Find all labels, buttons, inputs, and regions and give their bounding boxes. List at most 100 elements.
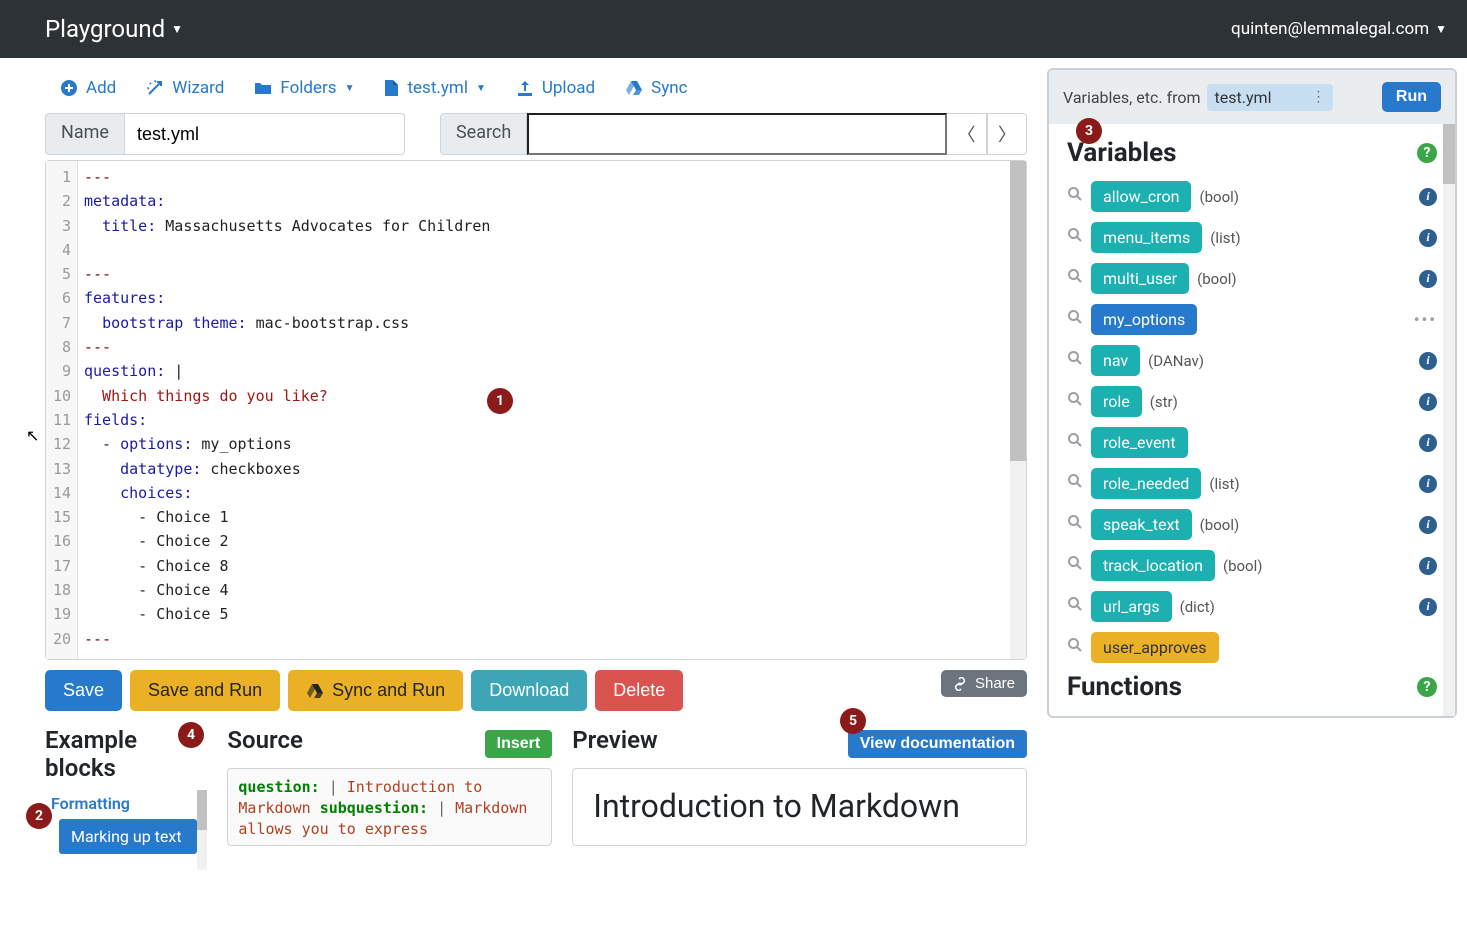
info-icon[interactable]: i — [1419, 188, 1437, 206]
info-icon[interactable]: i — [1419, 557, 1437, 575]
variable-type: (bool) — [1200, 516, 1240, 534]
info-icon[interactable]: i — [1419, 393, 1437, 411]
right-scrollbar[interactable] — [1443, 124, 1455, 716]
info-icon[interactable]: i — [1419, 475, 1437, 493]
caret-down-icon: ▼ — [345, 83, 355, 94]
plus-circle-icon — [60, 79, 78, 97]
search-icon[interactable] — [1067, 514, 1083, 535]
editor-code[interactable]: ---metadata: title: Massachusetts Advoca… — [78, 161, 1026, 659]
variable-badge[interactable]: role_event — [1091, 427, 1188, 458]
variable-row: user_approves — [1049, 627, 1455, 668]
variable-row: allow_cron (bool) i — [1049, 176, 1455, 217]
view-documentation-button[interactable]: View documentation — [848, 730, 1027, 758]
source-title: Source — [227, 726, 302, 754]
editor-scrollbar[interactable] — [1010, 161, 1026, 659]
right-scroll-thumb[interactable] — [1443, 124, 1455, 184]
annotation-2: 2 — [26, 803, 52, 829]
variable-type: (list) — [1209, 475, 1239, 493]
variable-type: (bool) — [1197, 270, 1237, 288]
variable-badge[interactable]: speak_text — [1091, 509, 1192, 540]
example-item-marking-up-text[interactable]: Marking up text — [59, 819, 197, 854]
vertical-dots-icon: ⋮ — [1311, 93, 1325, 101]
variable-badge[interactable]: user_approves — [1091, 632, 1219, 663]
search-prev-button[interactable]: 〈 — [947, 113, 987, 155]
insert-button[interactable]: Insert — [485, 730, 553, 758]
search-icon[interactable] — [1067, 309, 1083, 330]
upload-button[interactable]: Upload — [516, 78, 595, 98]
info-icon[interactable]: i — [1419, 598, 1437, 616]
variables-file-select[interactable]: test.yml ⋮ — [1207, 84, 1334, 111]
search-icon[interactable] — [1067, 637, 1083, 658]
search-input[interactable] — [527, 113, 947, 155]
example-group-formatting[interactable]: Formatting — [45, 790, 197, 817]
info-icon[interactable]: i — [1419, 434, 1437, 452]
add-button[interactable]: Add — [60, 78, 116, 98]
example-scroll-thumb[interactable] — [197, 790, 207, 830]
variable-badge[interactable]: allow_cron — [1091, 181, 1191, 212]
user-dropdown[interactable]: quinten@lemmalegal.com ▼ — [1231, 19, 1447, 39]
name-input[interactable] — [125, 113, 405, 155]
variable-type: (bool) — [1223, 557, 1263, 575]
variable-row: nav (DANav) i — [1049, 340, 1455, 381]
info-icon[interactable]: i — [1419, 516, 1437, 534]
current-file-dropdown[interactable]: test.yml ▼ — [384, 78, 485, 98]
variable-type: (bool) — [1199, 188, 1239, 206]
annotation-3: 3 — [1076, 118, 1102, 144]
search-icon[interactable] — [1067, 555, 1083, 576]
share-button[interactable]: Share — [941, 670, 1027, 697]
variable-type: (list) — [1210, 229, 1240, 247]
variable-badge[interactable]: multi_user — [1091, 263, 1189, 294]
variable-row: my_options ••• — [1049, 299, 1455, 340]
example-list: Formatting Marking up text — [45, 790, 207, 870]
caret-down-icon: ▼ — [171, 22, 183, 36]
sync-button[interactable]: Sync — [625, 78, 687, 98]
download-button[interactable]: Download — [471, 670, 587, 711]
more-icon[interactable]: ••• — [1414, 310, 1437, 329]
search-icon[interactable] — [1067, 227, 1083, 248]
variable-type: (DANav) — [1148, 352, 1204, 370]
variable-badge[interactable]: role_needed — [1091, 468, 1201, 499]
variable-badge[interactable]: menu_items — [1091, 222, 1202, 253]
file-icon — [384, 79, 399, 97]
google-drive-icon — [306, 682, 324, 700]
variable-badge[interactable]: track_location — [1091, 550, 1215, 581]
editor-gutter: 1234567891011121314151617181920 — [46, 161, 78, 659]
help-icon[interactable]: ? — [1417, 677, 1437, 697]
preview-heading: Introduction to Markdown — [593, 787, 1006, 825]
variables-scroll[interactable]: Variables ? allow_cron(bool)imenu_items(… — [1049, 124, 1455, 716]
preview-content: Introduction to Markdown — [572, 768, 1027, 846]
info-icon[interactable]: i — [1419, 352, 1437, 370]
search-input-group: Search 〈 〉 — [440, 113, 1027, 155]
code-editor[interactable]: 1234567891011121314151617181920 ---metad… — [45, 160, 1027, 660]
variable-row: role_event i — [1049, 422, 1455, 463]
variable-badge[interactable]: nav — [1091, 345, 1140, 376]
search-icon[interactable] — [1067, 596, 1083, 617]
sync-and-run-button[interactable]: Sync and Run — [288, 670, 463, 711]
search-icon[interactable] — [1067, 268, 1083, 289]
folder-open-icon — [254, 80, 272, 96]
variable-badge[interactable]: my_options — [1091, 304, 1197, 335]
search-icon[interactable] — [1067, 432, 1083, 453]
info-icon[interactable]: i — [1419, 229, 1437, 247]
delete-button[interactable]: Delete — [595, 670, 683, 711]
variable-row: menu_items (list) i — [1049, 217, 1455, 258]
brand-dropdown[interactable]: Playground ▼ — [45, 15, 183, 43]
search-icon[interactable] — [1067, 186, 1083, 207]
save-button[interactable]: Save — [45, 670, 122, 711]
editor-scroll-thumb[interactable] — [1010, 161, 1026, 461]
search-icon[interactable] — [1067, 473, 1083, 494]
variable-badge[interactable]: role — [1091, 386, 1142, 417]
info-icon[interactable]: i — [1419, 270, 1437, 288]
search-icon[interactable] — [1067, 350, 1083, 371]
run-button[interactable]: Run — [1382, 82, 1441, 112]
search-icon[interactable] — [1067, 391, 1083, 412]
mouse-cursor: ↖ — [26, 426, 39, 445]
help-icon[interactable]: ? — [1417, 143, 1437, 163]
variable-badge[interactable]: url_args — [1091, 591, 1172, 622]
search-next-button[interactable]: 〉 — [987, 113, 1027, 155]
folders-dropdown[interactable]: Folders ▼ — [254, 78, 354, 98]
wizard-button[interactable]: Wizard — [146, 78, 224, 98]
save-and-run-button[interactable]: Save and Run — [130, 670, 280, 711]
wand-icon — [146, 79, 164, 97]
caret-down-icon: ▼ — [476, 83, 486, 94]
